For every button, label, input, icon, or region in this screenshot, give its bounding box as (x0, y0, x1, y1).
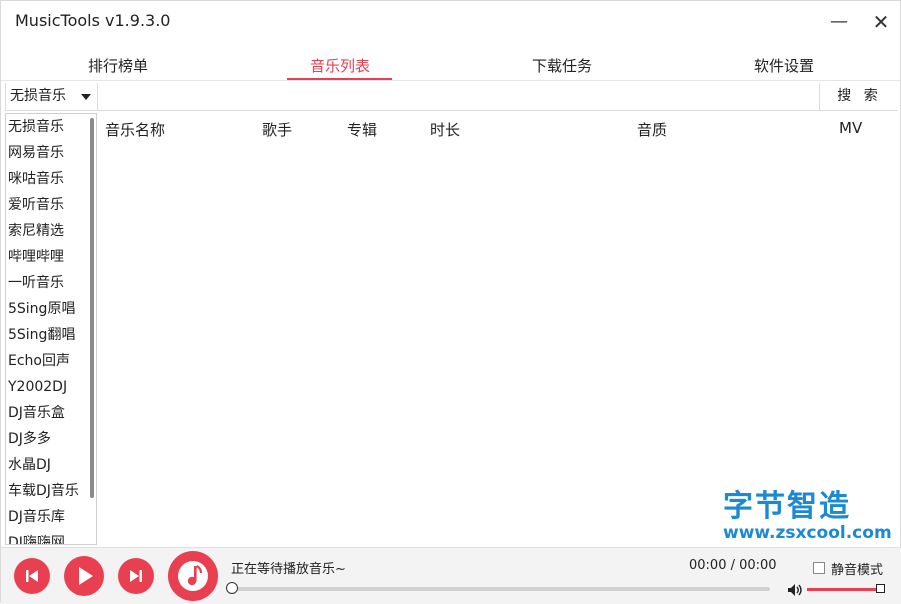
player-bar: 正在等待播放音乐~ 00:00 / 00:00 静音模式 (1, 547, 901, 604)
source-option[interactable]: 一听音乐 (8, 270, 92, 296)
progress-knob[interactable] (226, 582, 238, 594)
dropdown-scrollbar[interactable] (90, 118, 94, 498)
minimize-icon: — (830, 11, 848, 32)
mute-checkbox[interactable] (813, 562, 825, 574)
caret-down-icon (81, 94, 91, 100)
speaker-icon[interactable] (787, 582, 803, 598)
source-option[interactable]: 索尼精选 (8, 218, 92, 244)
playback-time: 00:00 / 00:00 (689, 558, 777, 573)
source-option[interactable]: 5Sing翻唱 (8, 322, 92, 348)
source-option[interactable]: 网易音乐 (8, 140, 92, 166)
source-option[interactable]: 水晶DJ (8, 452, 92, 478)
source-option[interactable]: 无损音乐 (8, 114, 92, 140)
next-button[interactable] (118, 558, 154, 594)
column-header-duration[interactable]: 时长 (430, 119, 460, 140)
app-title: MusicTools v1.9.3.0 (15, 11, 171, 30)
source-option[interactable]: 咪咕音乐 (8, 166, 92, 192)
close-button[interactable]: ✕ (867, 9, 895, 35)
source-option[interactable]: 哔哩哔哩 (8, 244, 92, 270)
column-header-quality[interactable]: 音质 (637, 119, 667, 140)
tab-rankings[interactable]: 排行榜单 (58, 55, 178, 76)
close-icon: ✕ (872, 10, 890, 34)
column-header-mv[interactable]: MV (839, 119, 862, 137)
watermark-url: www.zsxcool.com (723, 523, 892, 543)
minimize-button[interactable]: — (825, 9, 853, 35)
tab-music-list[interactable]: 音乐列表 (280, 55, 400, 76)
source-option[interactable]: Y2002DJ (8, 374, 92, 400)
source-option[interactable]: DJ音乐盒 (8, 400, 92, 426)
column-header-title[interactable]: 音乐名称 (105, 119, 165, 140)
volume-bar[interactable] (807, 588, 879, 591)
mute-label: 静音模式 (831, 563, 884, 578)
source-option[interactable]: 爱听音乐 (8, 192, 92, 218)
title-bar: MusicTools v1.9.3.0 — ✕ (1, 1, 901, 43)
playback-status: 正在等待播放音乐~ (231, 562, 346, 577)
album-cover[interactable] (168, 551, 218, 601)
search-bar: 无损音乐 搜 索 (5, 83, 899, 111)
tab-settings[interactable]: 软件设置 (724, 55, 844, 76)
volume-knob[interactable] (876, 584, 885, 593)
previous-button[interactable] (14, 558, 50, 594)
source-option[interactable]: 车载DJ音乐 (8, 478, 92, 504)
source-select[interactable]: 无损音乐 (6, 83, 98, 110)
play-button[interactable] (64, 556, 104, 596)
source-dropdown-list: 无损音乐 网易音乐 咪咕音乐 爱听音乐 索尼精选 哔哩哔哩 一听音乐 5Sing… (5, 113, 97, 545)
column-header-artist[interactable]: 歌手 (262, 119, 292, 140)
search-input[interactable] (99, 83, 819, 110)
source-option[interactable]: DJ嗨嗨网 (8, 530, 92, 544)
next-icon (130, 570, 142, 582)
main-tabs: 排行榜单 音乐列表 下载任务 软件设置 (1, 45, 901, 81)
source-option[interactable]: DJ多多 (8, 426, 92, 452)
search-button[interactable]: 搜 索 (819, 83, 899, 110)
play-icon (79, 567, 93, 585)
progress-bar[interactable] (226, 582, 770, 594)
source-select-value: 无损音乐 (10, 88, 66, 104)
music-note-icon (178, 561, 208, 591)
source-option[interactable]: Echo回声 (8, 348, 92, 374)
previous-icon (26, 570, 38, 582)
source-option[interactable]: DJ音乐库 (8, 504, 92, 530)
column-header-album[interactable]: 专辑 (347, 119, 377, 140)
app-window: MusicTools v1.9.3.0 — ✕ 排行榜单 音乐列表 下载任务 软… (0, 0, 901, 604)
tab-downloads[interactable]: 下载任务 (502, 55, 622, 76)
source-option[interactable]: 5Sing原唱 (8, 296, 92, 322)
watermark-title: 字节智造 (723, 489, 851, 524)
active-tab-underline (287, 78, 392, 80)
